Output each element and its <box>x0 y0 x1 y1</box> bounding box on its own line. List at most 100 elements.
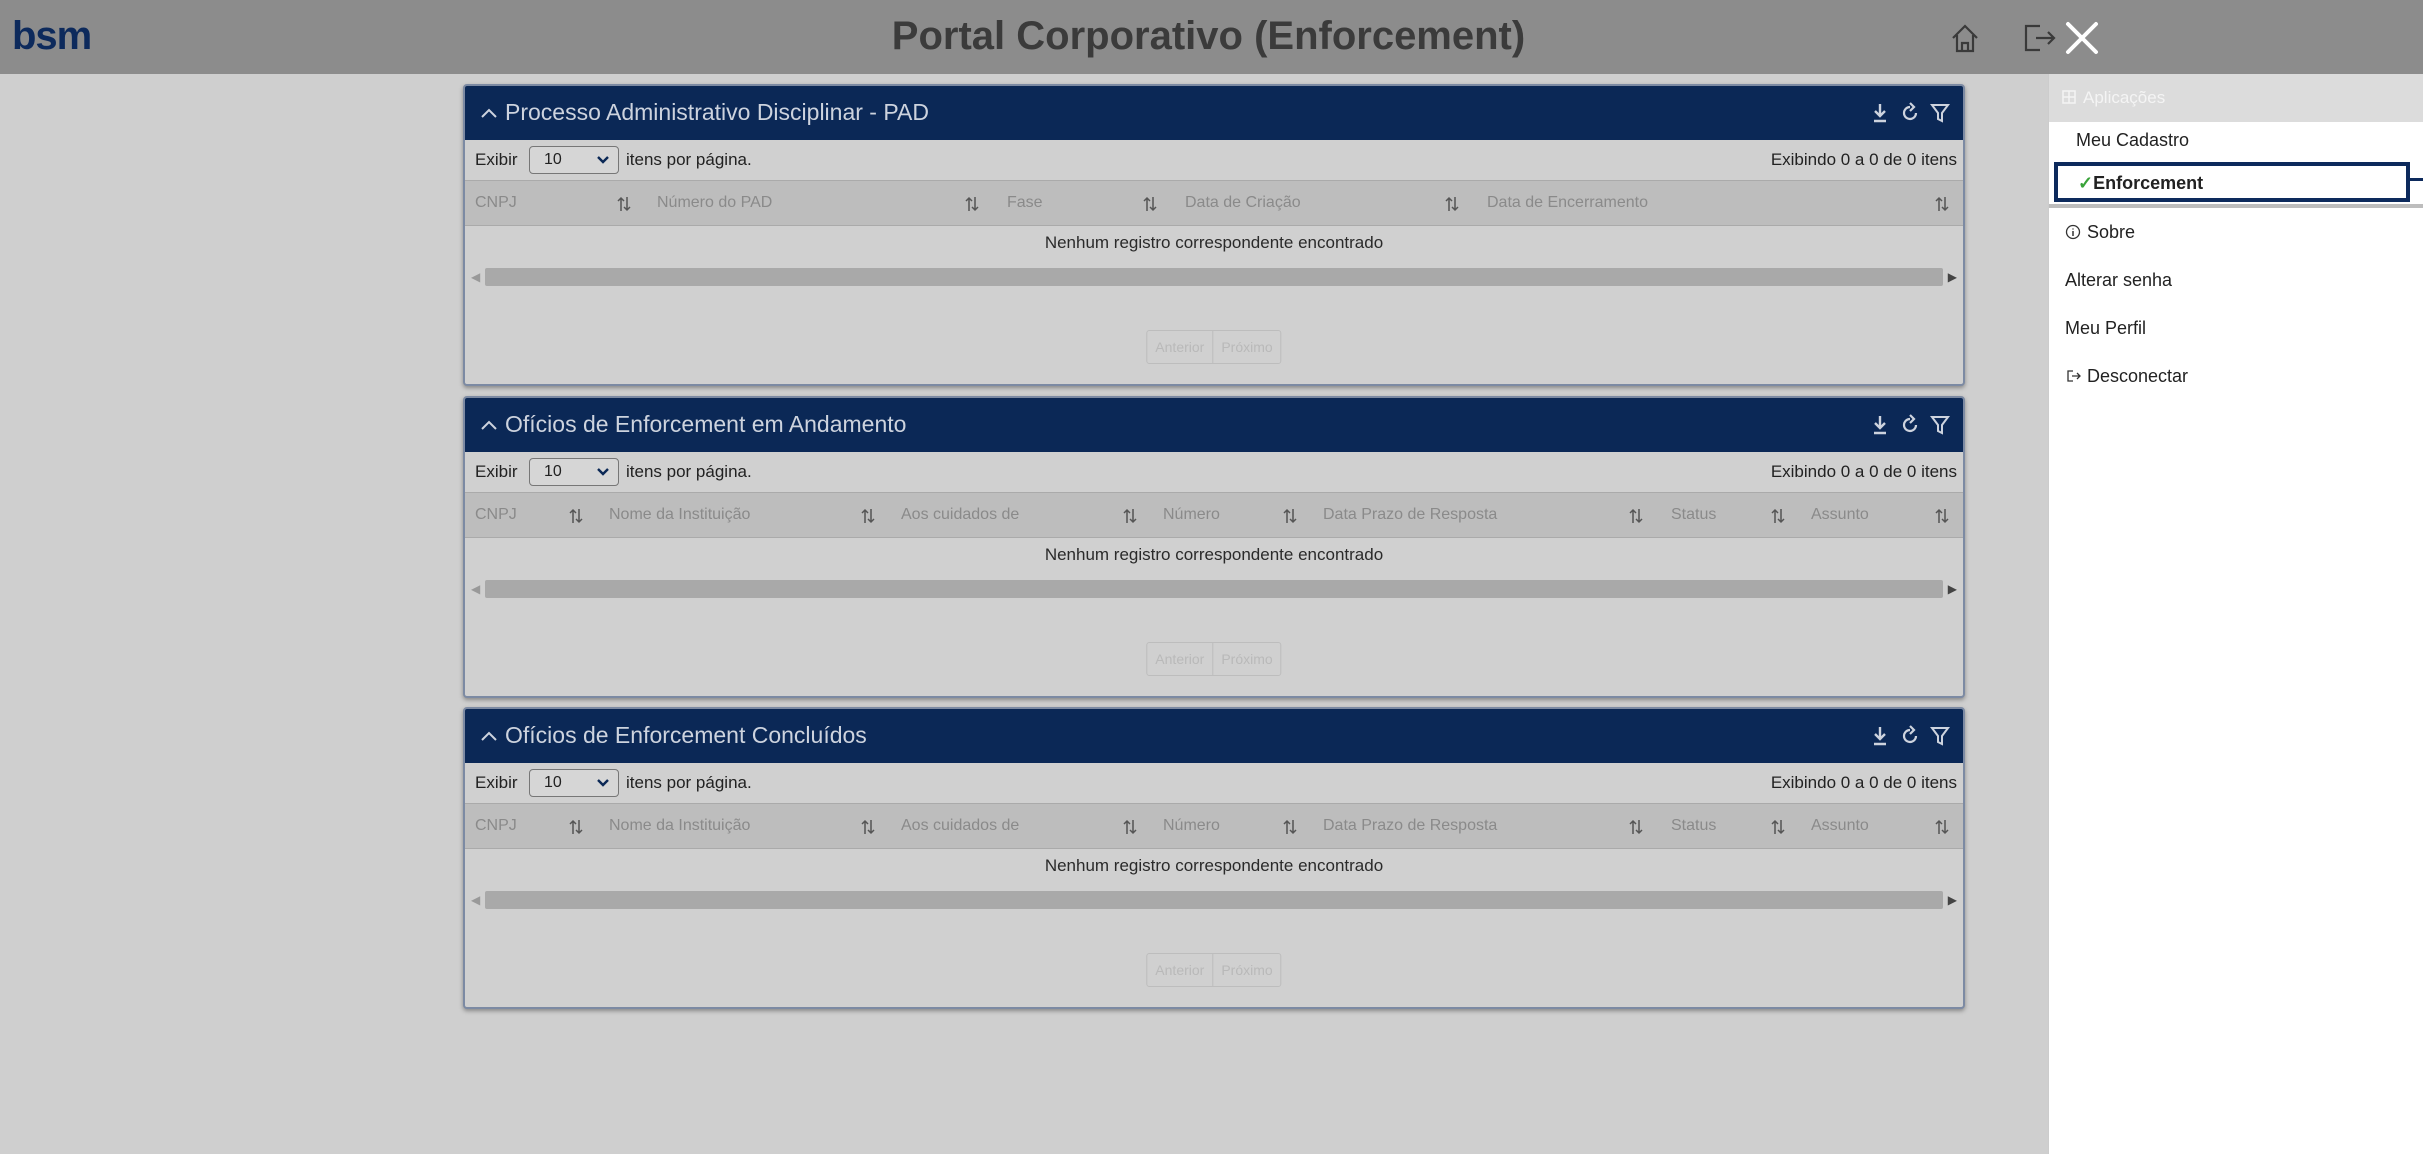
sort-icon[interactable] <box>965 195 979 213</box>
grid-icon <box>2062 90 2076 104</box>
next-button[interactable]: Próximo <box>1212 643 1280 675</box>
column-header[interactable]: Data de Criação <box>1185 194 1301 212</box>
sort-icon[interactable] <box>1771 507 1785 525</box>
horizontal-scrollbar[interactable]: ◀ ▶ <box>465 264 1963 290</box>
highlight-connector <box>2406 178 2423 181</box>
column-header[interactable]: Número <box>1163 817 1220 835</box>
sort-icon[interactable] <box>1123 507 1137 525</box>
column-header[interactable]: Assunto <box>1811 506 1869 524</box>
sort-icon[interactable] <box>1283 818 1297 836</box>
download-icon[interactable] <box>1869 412 1891 438</box>
table-header: CNPJ Nome da Instituição Aos cuidados de… <box>465 803 1963 849</box>
sort-icon[interactable] <box>1629 507 1643 525</box>
scroll-right-icon[interactable]: ▶ <box>1948 582 1957 596</box>
previous-button[interactable]: Anterior <box>1147 643 1212 675</box>
page-size-select[interactable]: 10 <box>529 146 619 174</box>
sort-icon[interactable] <box>617 195 631 213</box>
menu-item-meu-cadastro[interactable]: Meu Cadastro <box>2049 122 2423 162</box>
logout-icon[interactable] <box>2018 18 2058 58</box>
sort-icon[interactable] <box>1123 818 1137 836</box>
bsm-logo[interactable]: bsm <box>12 16 132 64</box>
menu-item-desconectar[interactable]: Desconectar <box>2049 352 2423 400</box>
column-header[interactable]: Status <box>1671 817 1716 835</box>
scroll-left-icon[interactable]: ◀ <box>471 270 480 284</box>
sort-icon[interactable] <box>1445 195 1459 213</box>
column-header[interactable]: Fase <box>1007 194 1043 212</box>
close-icon[interactable] <box>2060 16 2104 60</box>
column-header[interactable]: Assunto <box>1811 817 1869 835</box>
scrollbar-track[interactable] <box>485 580 1943 598</box>
panel-header[interactable]: Processo Administrativo Disciplinar - PA… <box>465 86 1963 140</box>
home-icon[interactable] <box>1945 18 1985 58</box>
previous-button[interactable]: Anterior <box>1147 331 1212 363</box>
column-header[interactable]: Aos cuidados de <box>901 817 1019 835</box>
exibir-label: Exibir <box>475 150 518 169</box>
empty-message: Nenhum registro correspondente encontrad… <box>465 226 1963 264</box>
scroll-right-icon[interactable]: ▶ <box>1948 893 1957 907</box>
scroll-left-icon[interactable]: ◀ <box>471 893 480 907</box>
column-header[interactable]: CNPJ <box>475 506 517 524</box>
panel-title[interactable]: Ofícios de Enforcement Concluídos <box>479 722 867 749</box>
menu-item-alterar-senha[interactable]: Alterar senha <box>2049 256 2423 304</box>
panel-header[interactable]: Ofícios de Enforcement Concluídos <box>465 709 1963 763</box>
filter-icon[interactable] <box>1929 100 1951 126</box>
column-header[interactable]: Nome da Instituição <box>609 817 750 835</box>
sort-icon[interactable] <box>1935 818 1949 836</box>
download-icon[interactable] <box>1869 723 1891 749</box>
column-header[interactable]: CNPJ <box>475 817 517 835</box>
horizontal-scrollbar[interactable]: ◀ ▶ <box>465 576 1963 602</box>
table-toolbar: Exibir 10 itens por página. Exibindo 0 a… <box>465 452 1963 492</box>
column-header[interactable]: Data Prazo de Resposta <box>1323 817 1497 835</box>
sort-icon[interactable] <box>861 507 875 525</box>
scroll-left-icon[interactable]: ◀ <box>471 582 480 596</box>
per-page-label: itens por página. <box>626 150 752 169</box>
refresh-icon[interactable] <box>1899 100 1921 126</box>
column-header[interactable]: Status <box>1671 506 1716 524</box>
panel-header[interactable]: Ofícios de Enforcement em Andamento <box>465 398 1963 452</box>
sort-icon[interactable] <box>1771 818 1785 836</box>
empty-message: Nenhum registro correspondente encontrad… <box>465 849 1963 887</box>
chevron-up-icon[interactable] <box>479 106 499 120</box>
sort-icon[interactable] <box>569 507 583 525</box>
chevron-up-icon[interactable] <box>479 418 499 432</box>
menu-item-meu-perfil[interactable]: Meu Perfil <box>2049 304 2423 352</box>
page-size-select[interactable]: 10 <box>529 769 619 797</box>
scrollbar-track[interactable] <box>485 268 1943 286</box>
column-header[interactable]: Aos cuidados de <box>901 506 1019 524</box>
sort-icon[interactable] <box>1143 195 1157 213</box>
sort-icon[interactable] <box>861 818 875 836</box>
logout-icon <box>2067 370 2081 382</box>
next-button[interactable]: Próximo <box>1212 954 1280 986</box>
download-icon[interactable] <box>1869 100 1891 126</box>
next-button[interactable]: Próximo <box>1212 331 1280 363</box>
chevron-up-icon[interactable] <box>479 729 499 743</box>
page-size-select[interactable]: 10 <box>529 458 619 486</box>
top-header: bsm Portal Corporativo (Enforcement) <box>0 0 2423 74</box>
sort-icon[interactable] <box>1935 195 1949 213</box>
menu-item-enforcement[interactable]: ✓Enforcement <box>2054 162 2410 202</box>
column-header[interactable]: CNPJ <box>475 194 517 212</box>
showing-count: Exibindo 0 a 0 de 0 itens <box>1770 773 1957 792</box>
refresh-icon[interactable] <box>1899 412 1921 438</box>
oficios-concluidos-panel: Ofícios de Enforcement Concluídos Exibir… <box>463 707 1965 1009</box>
sort-icon[interactable] <box>1629 818 1643 836</box>
filter-icon[interactable] <box>1929 412 1951 438</box>
scrollbar-track[interactable] <box>485 891 1943 909</box>
filter-icon[interactable] <box>1929 723 1951 749</box>
sort-icon[interactable] <box>1283 507 1297 525</box>
column-header[interactable]: Data Prazo de Resposta <box>1323 506 1497 524</box>
chevron-down-icon <box>597 779 609 787</box>
refresh-icon[interactable] <box>1899 723 1921 749</box>
panel-title[interactable]: Ofícios de Enforcement em Andamento <box>479 411 906 438</box>
previous-button[interactable]: Anterior <box>1147 954 1212 986</box>
column-header[interactable]: Número do PAD <box>657 194 772 212</box>
column-header[interactable]: Nome da Instituição <box>609 506 750 524</box>
sort-icon[interactable] <box>1935 507 1949 525</box>
panel-title[interactable]: Processo Administrativo Disciplinar - PA… <box>479 99 929 126</box>
column-header[interactable]: Número <box>1163 506 1220 524</box>
sort-icon[interactable] <box>569 818 583 836</box>
column-header[interactable]: Data de Encerramento <box>1487 194 1648 212</box>
menu-item-sobre[interactable]: Sobre <box>2049 208 2423 256</box>
scroll-right-icon[interactable]: ▶ <box>1948 270 1957 284</box>
horizontal-scrollbar[interactable]: ◀ ▶ <box>465 887 1963 913</box>
